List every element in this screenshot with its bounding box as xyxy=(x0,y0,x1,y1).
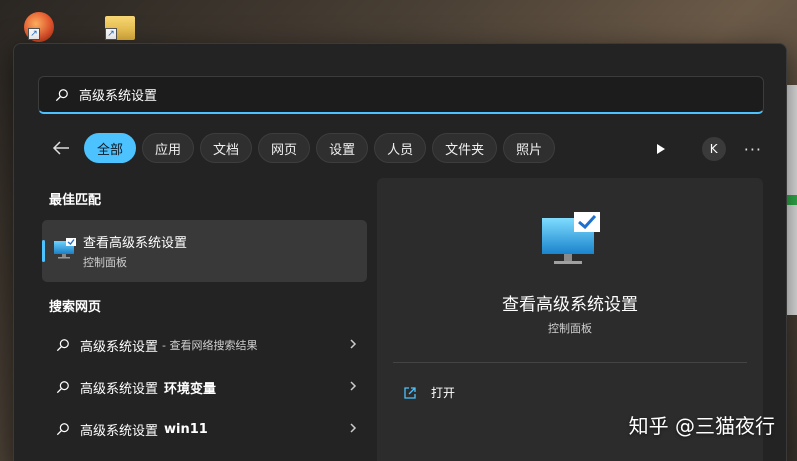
tab-documents[interactable]: 文档 xyxy=(200,133,253,163)
more-options-button[interactable]: ··· xyxy=(744,140,762,159)
web-result-suffix: win11 xyxy=(164,421,208,437)
play-icon xyxy=(656,144,665,154)
best-match-item[interactable]: 查看高级系统设置 控制面板 xyxy=(42,220,367,282)
tab-photos[interactable]: 照片 xyxy=(503,133,556,163)
chevron-right-icon xyxy=(350,423,357,433)
chevron-right-icon xyxy=(350,339,357,349)
divider xyxy=(393,362,747,363)
tab-apps[interactable]: 应用 xyxy=(142,133,195,163)
web-result-text: 高级系统设置 xyxy=(80,423,159,439)
best-match-heading: 最佳匹配 xyxy=(49,193,102,208)
web-result-text: 高级系统设置 xyxy=(80,381,159,397)
arrow-left-icon xyxy=(52,141,69,155)
watermark: 知乎 @三猫夜行 xyxy=(628,414,775,438)
shortcut-arrow-icon: ↗ xyxy=(105,28,117,40)
preview-title: 查看高级系统设置 xyxy=(502,295,638,315)
search-icon xyxy=(56,381,69,394)
shortcut-arrow-icon: ↗ xyxy=(28,28,40,40)
search-icon xyxy=(56,423,69,436)
web-result-item[interactable]: 高级系统设置 环境变量 xyxy=(42,367,367,407)
web-result-item[interactable]: 高级系统设置 - 查看网络搜索结果 xyxy=(42,325,367,365)
best-match-title: 查看高级系统设置 xyxy=(83,236,188,251)
search-icon xyxy=(55,88,68,101)
open-action[interactable]: 打开 xyxy=(403,384,455,401)
back-button[interactable] xyxy=(50,137,72,159)
tab-settings[interactable]: 设置 xyxy=(316,133,369,163)
search-box[interactable]: 高级系统设置 xyxy=(38,76,764,114)
web-result-suffix: 环境变量 xyxy=(164,381,217,397)
web-result-text: 高级系统设置 xyxy=(80,339,159,355)
search-panel: 高级系统设置 全部 应用 文档 网页 设置 人员 文件夹 照片 K ··· 最佳… xyxy=(13,43,787,461)
monitor-check-icon xyxy=(542,212,600,264)
tab-web[interactable]: 网页 xyxy=(258,133,311,163)
monitor-check-icon xyxy=(54,238,76,259)
web-search-heading: 搜索网页 xyxy=(49,300,102,315)
open-label: 打开 xyxy=(431,386,456,400)
web-result-item[interactable]: 高级系统设置 win11 xyxy=(42,409,367,449)
search-input[interactable]: 高级系统设置 xyxy=(79,85,679,104)
preview-subtitle: 控制面板 xyxy=(548,322,592,335)
avatar[interactable]: K xyxy=(701,137,726,161)
best-match-subtitle: 控制面板 xyxy=(83,256,127,269)
desktop-folder-icon[interactable]: ↗ xyxy=(105,16,135,40)
desktop-app-icon[interactable]: ↗ xyxy=(24,12,54,42)
play-button[interactable] xyxy=(648,136,674,162)
filter-tabs: 全部 应用 文档 网页 设置 人员 文件夹 照片 xyxy=(50,132,561,164)
tab-people[interactable]: 人员 xyxy=(374,133,427,163)
selection-indicator xyxy=(42,240,45,262)
tab-folders[interactable]: 文件夹 xyxy=(432,133,498,163)
tab-all[interactable]: 全部 xyxy=(84,133,137,163)
chevron-right-icon xyxy=(350,381,357,391)
open-external-icon xyxy=(404,386,416,399)
web-result-subtext: - 查看网络搜索结果 xyxy=(162,339,258,352)
search-icon xyxy=(56,339,69,352)
